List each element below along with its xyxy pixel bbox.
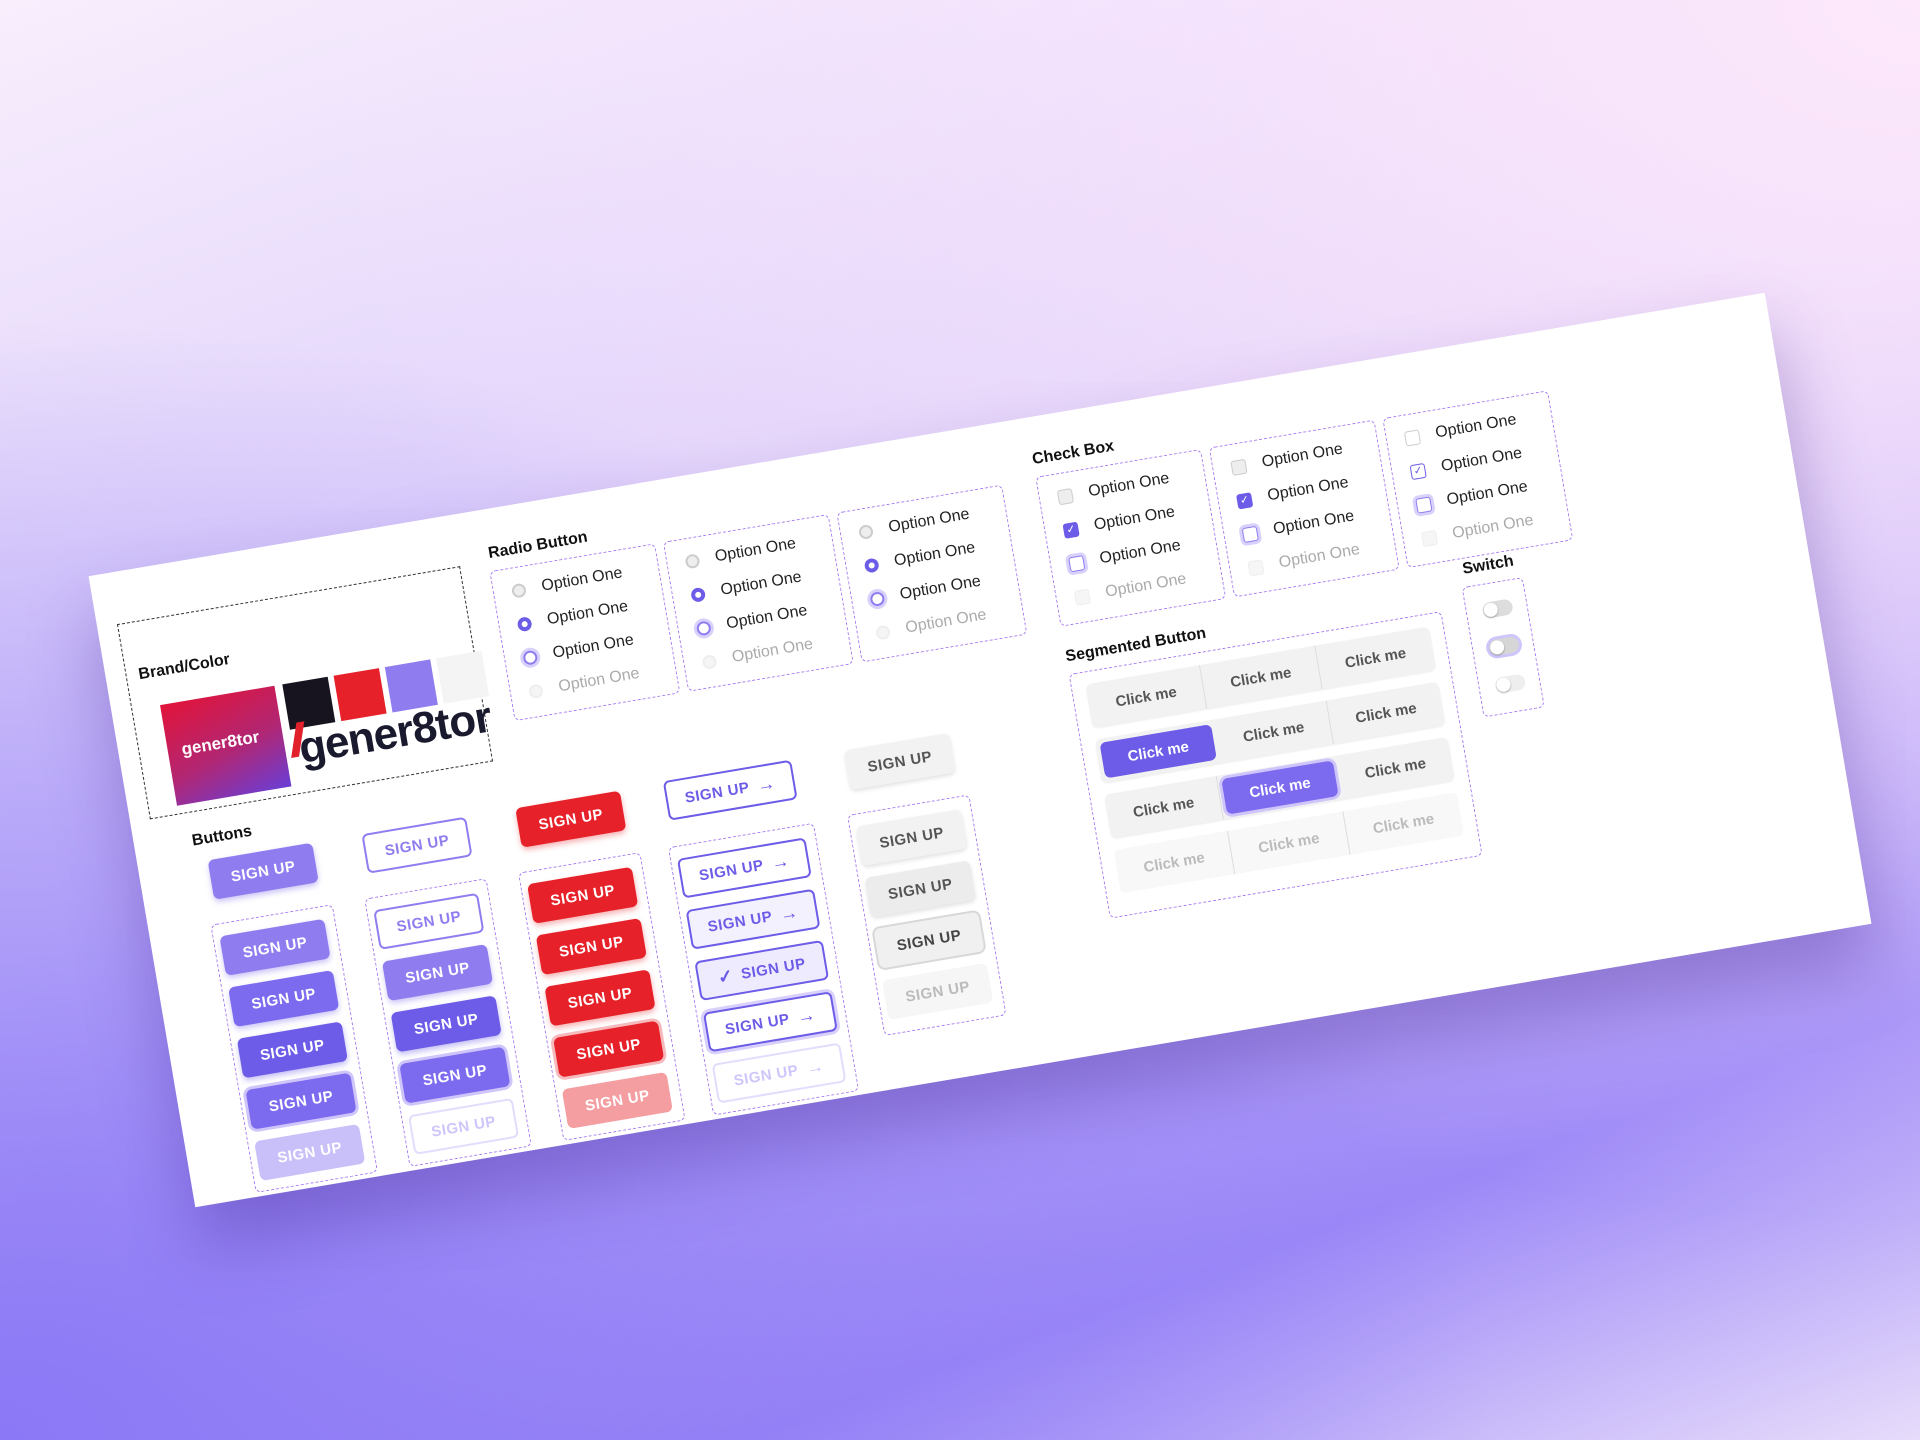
radio-focus-icon xyxy=(522,649,539,666)
toggle-switch-disabled xyxy=(1494,673,1527,695)
signup-button-focused[interactable]: SIGN UP xyxy=(245,1072,357,1130)
segment-button[interactable]: Click me xyxy=(1104,775,1224,839)
segment-button-disabled: Click me xyxy=(1228,811,1351,875)
signup-button-focused[interactable]: SIGN UP xyxy=(873,911,985,969)
checkbox-icon xyxy=(1230,458,1248,476)
brand-title: Brand/Color xyxy=(137,650,232,684)
checkbox-group-1: Option One ✓ Option One Option One Option… xyxy=(1035,448,1227,627)
signup-arrow-button[interactable]: SIGN UP → xyxy=(676,837,812,899)
signup-button[interactable]: SIGN UP xyxy=(856,809,968,867)
signup-button[interactable]: SIGN UP xyxy=(373,892,485,950)
switch-knob xyxy=(1495,676,1512,693)
signup-button-disabled: SIGN UP xyxy=(254,1123,366,1181)
segmented-group: Click me Click me Click me Click me Clic… xyxy=(1068,611,1483,919)
signup-arrow-button-disabled: SIGN UP → xyxy=(711,1042,847,1104)
checkbox-icon xyxy=(1056,487,1075,505)
radio-disabled-icon xyxy=(701,653,718,670)
arrow-right-icon: → xyxy=(755,772,777,796)
checkbox-title: Check Box xyxy=(1030,437,1116,469)
segment-button-disabled: Click me xyxy=(1371,809,1436,837)
radio-group-3: Option One Option One Option One Option … xyxy=(836,484,1028,663)
radio-selected-icon xyxy=(863,557,880,574)
switch-knob xyxy=(1482,601,1499,618)
checkbox-checked-icon: ✓ xyxy=(1235,491,1254,510)
checkbox-icon xyxy=(1403,428,1422,447)
signup-button-disabled: SIGN UP xyxy=(561,1071,673,1129)
checkbox-group-2: Option One ✓ Option One Option One Option… xyxy=(1208,419,1400,598)
radio-icon xyxy=(857,523,875,541)
radio-selected-icon xyxy=(690,586,707,603)
checkbox-disabled-icon xyxy=(1420,529,1439,547)
outline-button-states: SIGN UP SIGN UP SIGN UP SIGN UP SIGN UP xyxy=(364,878,532,1167)
checkbox-disabled-icon xyxy=(1247,558,1265,577)
radio-group-1: Option One Option One Option One Option … xyxy=(489,543,681,722)
segment-button[interactable]: Click me xyxy=(1327,682,1446,744)
checkbox-focus-icon xyxy=(1241,525,1259,543)
toggle-switch[interactable] xyxy=(1481,598,1514,620)
segment-button[interactable]: Click me xyxy=(1214,700,1334,763)
signup-button-disabled: SIGN UP xyxy=(882,962,994,1020)
radio-icon xyxy=(510,582,528,599)
signup-button-disabled: SIGN UP xyxy=(407,1097,520,1155)
arrow-right-icon: → xyxy=(769,849,792,873)
segment-button-disabled: Click me xyxy=(1113,830,1236,894)
signup-arrow-button[interactable]: SIGN UP → xyxy=(662,759,798,821)
design-system-sheet: Brand/Color gener8tor gener8tor Radio Bu… xyxy=(88,292,1872,1208)
signup-button-outline[interactable]: SIGN UP xyxy=(361,816,473,874)
segment-button-active[interactable]: Click me xyxy=(1099,724,1217,779)
brand-tile-text: gener8tor xyxy=(180,727,261,759)
signup-button-pressed[interactable]: SIGN UP xyxy=(544,969,656,1027)
signup-button-primary[interactable]: SIGN UP xyxy=(207,842,319,900)
segment-button[interactable]: Click me xyxy=(1085,665,1208,728)
signup-button-pressed[interactable]: SIGN UP xyxy=(236,1021,348,1079)
checkbox-group-3: Option One ✓ Option One Option One Option… xyxy=(1382,390,1574,569)
radio-group-2: Option One Option One Option One Option … xyxy=(662,513,854,692)
signup-check-button[interactable]: ✓ SIGN UP xyxy=(694,939,830,1002)
checkbox-disabled-icon xyxy=(1073,588,1092,606)
signup-button-hover[interactable]: SIGN UP xyxy=(864,860,976,918)
brand-group: Brand/Color gener8tor gener8tor xyxy=(116,566,495,820)
arrow-right-icon: → xyxy=(804,1055,826,1078)
checkbox-checked-icon: ✓ xyxy=(1062,521,1080,539)
gray-button-states: SIGN UP SIGN UP SIGN UP SIGN UP xyxy=(846,794,1007,1036)
toggle-switch-focused[interactable] xyxy=(1487,635,1521,657)
brand-logo-tile: gener8tor xyxy=(160,685,292,806)
switch-group xyxy=(1461,577,1545,718)
arrow-right-icon: → xyxy=(778,901,800,925)
signup-button-hover[interactable]: SIGN UP xyxy=(535,918,647,976)
signup-button-focused[interactable]: SIGN UP xyxy=(399,1046,511,1104)
signup-button-hover[interactable]: SIGN UP xyxy=(381,944,494,1002)
radio-focus-icon xyxy=(869,590,886,608)
signup-arrow-button-focused[interactable]: SIGN UP → xyxy=(702,991,838,1053)
segment-button-focused[interactable]: Click me xyxy=(1221,760,1339,815)
arrow-button-states: SIGN UP → SIGN UP → ✓ SIGN UP SIGN UP → SIGN… xyxy=(667,822,860,1116)
arrow-right-icon: → xyxy=(795,1003,818,1027)
signup-button[interactable]: SIGN UP xyxy=(219,918,331,976)
segment-button[interactable]: Click me xyxy=(1200,645,1323,709)
radio-disabled-icon xyxy=(527,683,545,700)
signup-button-gray[interactable]: SIGN UP xyxy=(844,732,956,791)
radio-focus-icon xyxy=(695,620,712,637)
radio-icon xyxy=(684,553,701,570)
switch-knob xyxy=(1489,639,1506,656)
checkbox-focus-icon xyxy=(1068,554,1086,572)
segment-button[interactable]: Click me xyxy=(1315,626,1436,689)
segment-button[interactable]: Click me xyxy=(1336,737,1455,799)
signup-button[interactable]: SIGN UP xyxy=(527,866,639,924)
checkbox-checked-icon: ✓ xyxy=(1409,462,1427,480)
radio-disabled-icon xyxy=(874,624,892,641)
signup-button-hover[interactable]: SIGN UP xyxy=(228,970,340,1028)
red-button-states: SIGN UP SIGN UP SIGN UP SIGN UP SIGN UP xyxy=(518,852,686,1141)
signup-button-red[interactable]: SIGN UP xyxy=(515,790,627,848)
signup-arrow-button-hover[interactable]: SIGN UP → xyxy=(685,888,821,950)
radio-selected-icon xyxy=(516,616,533,633)
primary-button-states: SIGN UP SIGN UP SIGN UP SIGN UP SIGN UP xyxy=(210,904,378,1193)
buttons-title: Buttons xyxy=(190,822,254,850)
signup-button-pressed[interactable]: SIGN UP xyxy=(390,995,502,1053)
check-icon: ✓ xyxy=(716,964,735,988)
signup-button-focused[interactable]: SIGN UP xyxy=(553,1020,665,1078)
checkbox-focus-icon xyxy=(1415,495,1433,514)
